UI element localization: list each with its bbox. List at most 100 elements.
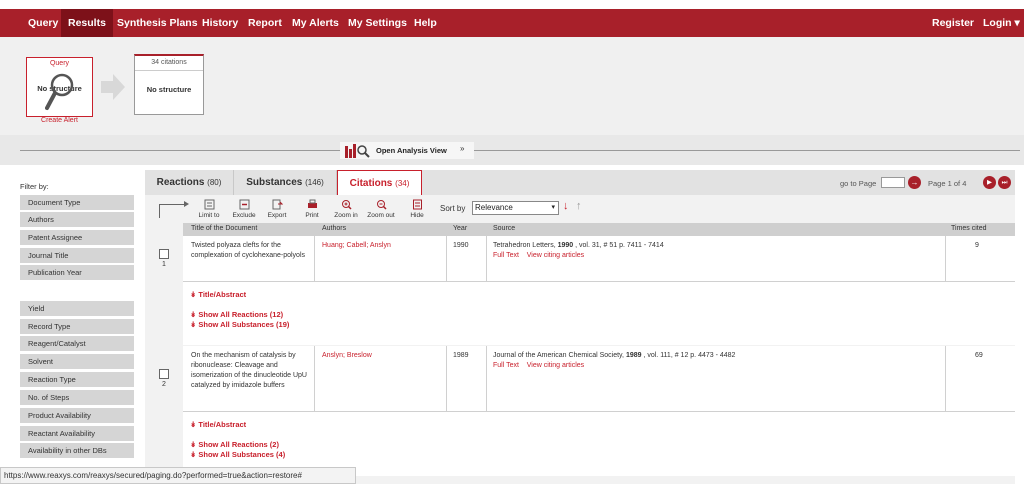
filter-publication-year[interactable]: Publication Year [20, 265, 134, 280]
query-box[interactable]: Query No structure [26, 57, 93, 117]
analysis-band: Open Analysis View » [0, 135, 1024, 165]
show-all-reactions-label: Show All Reactions (12) [198, 310, 284, 319]
filter-reaction-type[interactable]: Reaction Type [20, 372, 134, 387]
show-all-substances-label: Show All Substances (19) [198, 320, 290, 329]
sort-select[interactable]: Relevance ▾ [472, 201, 559, 215]
tab-citations[interactable]: Citations (34) [337, 170, 422, 195]
source: Tetrahedron Letters, 1990 , vol. 31, # 5… [493, 241, 664, 251]
select-all-corner-icon [159, 201, 189, 218]
tab-substances-count: (146) [305, 178, 324, 187]
tab-reactions-count: (80) [207, 178, 222, 187]
tab-citations-count: (34) [395, 179, 410, 188]
filter-no-of-steps[interactable]: No. of Steps [20, 390, 134, 405]
header-source: Source [493, 225, 516, 232]
nav-register[interactable]: Register [932, 9, 974, 37]
zoom-in-icon [341, 200, 352, 210]
nav-report[interactable]: Report [248, 9, 282, 37]
exclude-button[interactable]: Exclude [228, 199, 260, 219]
limit-to-button[interactable]: Limit to [193, 199, 225, 219]
nav-query[interactable]: Query [28, 9, 58, 37]
go-to-page-label: go to Page [840, 179, 877, 188]
sort-descending-icon[interactable]: ↓ [563, 200, 569, 212]
nav-my-settings[interactable]: My Settings [348, 9, 407, 37]
nav-login[interactable]: Login ▾ [983, 9, 1020, 37]
show-all-reactions-link[interactable]: ↡ Show All Reactions (12) [190, 310, 283, 319]
title-abstract-toggle[interactable]: ↡ Title/Abstract [190, 290, 246, 299]
filter-record-type[interactable]: Record Type [20, 319, 134, 334]
nav-history[interactable]: History [202, 9, 238, 37]
nav-help[interactable]: Help [414, 9, 437, 37]
document-title[interactable]: Twisted polyaza clefts for the complexat… [191, 241, 311, 261]
authors[interactable]: Huang; Cabell; Anslyn [322, 241, 391, 251]
full-text-link[interactable]: Full Text [493, 362, 519, 369]
browser-status-url: https://www.reaxys.com/reaxys/secured/pa… [0, 467, 356, 484]
view-citing-articles-link[interactable]: View citing articles [527, 362, 584, 369]
column-divider [446, 236, 447, 281]
filter-reactant-availability[interactable]: Reactant Availability [20, 426, 134, 441]
print-button[interactable]: Print [296, 199, 328, 219]
results-toolbar: Limit to Exclude Export Print Zoom in Zo… [145, 195, 1015, 223]
export-label: Export [267, 212, 287, 219]
nav-results[interactable]: Results [61, 9, 113, 37]
filter-availability-other-dbs[interactable]: Availability in other DBs [20, 443, 134, 458]
query-box-title: Query [49, 60, 70, 67]
record-details: ↡ Title/Abstract ↡ Show All Reactions (1… [183, 281, 1015, 345]
last-page-icon[interactable]: ⏭ [998, 176, 1011, 189]
column-divider [486, 346, 487, 411]
export-button[interactable]: Export [261, 199, 293, 219]
print-label: Print [305, 212, 319, 219]
nav-synthesis-plans[interactable]: Synthesis Plans [117, 9, 198, 37]
times-cited: 69 [975, 352, 983, 359]
show-all-substances-link[interactable]: ↡ Show All Substances (4) [190, 450, 285, 459]
row-number: 1 [162, 261, 166, 268]
source: Journal of the American Chemical Society… [493, 351, 735, 361]
hide-label: Hide [410, 212, 424, 219]
filter-patent-assignee[interactable]: Patent Assignee [20, 230, 134, 245]
results-tabs: Reactions (80) Substances (146) Citation… [145, 170, 1015, 195]
show-all-reactions-link[interactable]: ↡ Show All Reactions (2) [190, 440, 279, 449]
show-all-substances-link[interactable]: ↡ Show All Substances (19) [190, 320, 289, 329]
source-volume: , vol. 31, # 51 p. 7411 - 7414 [573, 242, 664, 249]
tab-reactions[interactable]: Reactions (80) [145, 170, 234, 195]
hide-button[interactable]: Hide [401, 199, 433, 219]
sort-by-label: Sort by [440, 204, 466, 213]
view-citing-articles-link[interactable]: View citing articles [527, 252, 584, 259]
nav-my-alerts[interactable]: My Alerts [292, 9, 339, 37]
filter-document-type[interactable]: Document Type [20, 195, 134, 210]
full-text-link[interactable]: Full Text [493, 252, 519, 259]
zoom-in-label: Zoom in [334, 212, 358, 219]
create-alert-link[interactable]: Create Alert [26, 117, 93, 124]
source-journal: Journal of the American Chemical Society… [493, 352, 626, 359]
go-arrow-icon[interactable]: → [908, 176, 921, 189]
results-panel: Limit to Exclude Export Print Zoom in Zo… [145, 195, 1015, 484]
tab-substances[interactable]: Substances (146) [234, 170, 337, 195]
table-row: Twisted polyaza clefts for the complexat… [183, 236, 1015, 345]
header-authors: Authors [322, 225, 347, 232]
filter-journal-title[interactable]: Journal Title [20, 248, 134, 263]
sort-ascending-icon[interactable]: ↑ [576, 200, 582, 212]
zoom-out-button[interactable]: Zoom out [365, 199, 397, 219]
filter-by-label: Filter by: [20, 182, 49, 191]
open-analysis-view-button[interactable]: Open Analysis View » [340, 142, 474, 159]
document-title[interactable]: On the mechanism of catalysis by ribonuc… [191, 351, 311, 391]
filter-authors[interactable]: Authors [20, 212, 134, 227]
zoom-out-label: Zoom out [367, 212, 395, 219]
chevron-down-icon: ▾ [551, 204, 555, 211]
row-checkbox[interactable] [159, 369, 169, 379]
filter-product-availability[interactable]: Product Availability [20, 408, 134, 423]
filter-solvent[interactable]: Solvent [20, 354, 134, 369]
hide-icon [412, 199, 422, 210]
table-header: Title of the Document Authors Year Sourc… [183, 223, 1015, 236]
page-number-input[interactable] [881, 177, 905, 188]
title-abstract-toggle[interactable]: ↡ Title/Abstract [190, 420, 246, 429]
magnifier-icon [45, 73, 74, 110]
tab-substances-label: Substances [246, 177, 303, 188]
filter-reagent-catalyst[interactable]: Reagent/Catalyst [20, 336, 134, 351]
row-checkbox[interactable] [159, 249, 169, 259]
citations-box[interactable]: 34 citations No structure [134, 54, 204, 115]
authors[interactable]: Anslyn; Breslow [322, 351, 372, 361]
zoom-in-button[interactable]: Zoom in [330, 199, 362, 219]
next-page-icon[interactable]: ▶ [983, 176, 996, 189]
filter-yield[interactable]: Yield [20, 301, 134, 316]
export-icon [272, 199, 283, 210]
